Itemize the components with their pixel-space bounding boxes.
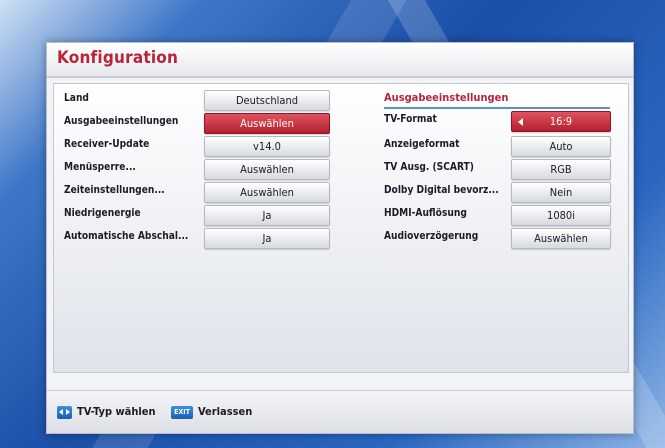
setting-value-receiver-update[interactable]: v14.0: [204, 136, 330, 157]
tv-format-value: 16:9: [549, 115, 573, 128]
setting-label-receiver-update: Receiver-Update: [64, 137, 150, 150]
setting-label-hdmi-resolution: HDMI-Auflösung: [384, 206, 467, 219]
output-settings-heading: Ausgabeeinstellungen: [384, 91, 509, 104]
setting-label-tv-out-scart: TV Ausg. (SCART): [384, 160, 474, 173]
settings-area: Land Deutschland Ausgabeeinstellungen Au…: [53, 83, 629, 373]
configuration-dialog: Konfiguration Land Deutschland Ausgabeei…: [46, 42, 634, 434]
footer-tv-type-hint: TV-Typ wählen: [77, 405, 156, 418]
setting-value-time-settings[interactable]: Auswählen: [204, 182, 330, 203]
setting-label-display-format: Anzeigeformat: [384, 137, 460, 150]
exit-key-icon: EXIT: [171, 406, 193, 419]
dialog-titlebar: Konfiguration: [47, 43, 633, 78]
setting-label-menu-lock: Menüsperre...: [64, 160, 136, 173]
setting-value-display-format[interactable]: Auto: [511, 136, 611, 157]
footer-hint-bar: TV-Typ wählen EXIT Verlassen: [47, 390, 633, 433]
setting-value-land[interactable]: Deutschland: [204, 90, 330, 111]
setting-value-tv-format[interactable]: 16:9: [511, 111, 611, 132]
setting-value-output-settings[interactable]: Auswählen: [204, 113, 330, 134]
setting-label-audio-delay: Audioverzögerung: [384, 229, 479, 242]
setting-label-tv-format: TV-Format: [384, 112, 437, 125]
left-right-arrows-icon: [57, 406, 72, 419]
setting-label-low-power: Niedrigenergie: [64, 206, 141, 219]
setting-value-tv-out-scart[interactable]: RGB: [511, 159, 611, 180]
setting-value-low-power[interactable]: Ja: [204, 205, 330, 226]
setting-label-time-settings: Zeiteinstellungen...: [64, 183, 165, 196]
dialog-title: Konfiguration: [57, 48, 179, 68]
setting-value-hdmi-resolution[interactable]: 1080i: [511, 205, 611, 226]
setting-label-auto-shutdown: Automatische Abschal...: [64, 229, 189, 242]
setting-label-output-settings: Ausgabeeinstellungen: [64, 114, 179, 127]
footer-exit-hint: Verlassen: [198, 405, 253, 418]
setting-label-dolby-digital: Dolby Digital bevorz...: [384, 183, 499, 196]
section-divider: [384, 107, 610, 109]
setting-value-audio-delay[interactable]: Auswählen: [511, 228, 611, 249]
setting-value-auto-shutdown[interactable]: Ja: [204, 228, 330, 249]
setting-value-menu-lock[interactable]: Auswählen: [204, 159, 330, 180]
setting-value-dolby-digital[interactable]: Nein: [511, 182, 611, 203]
arrow-left-icon: [518, 118, 523, 126]
setting-label-land: Land: [64, 91, 89, 104]
